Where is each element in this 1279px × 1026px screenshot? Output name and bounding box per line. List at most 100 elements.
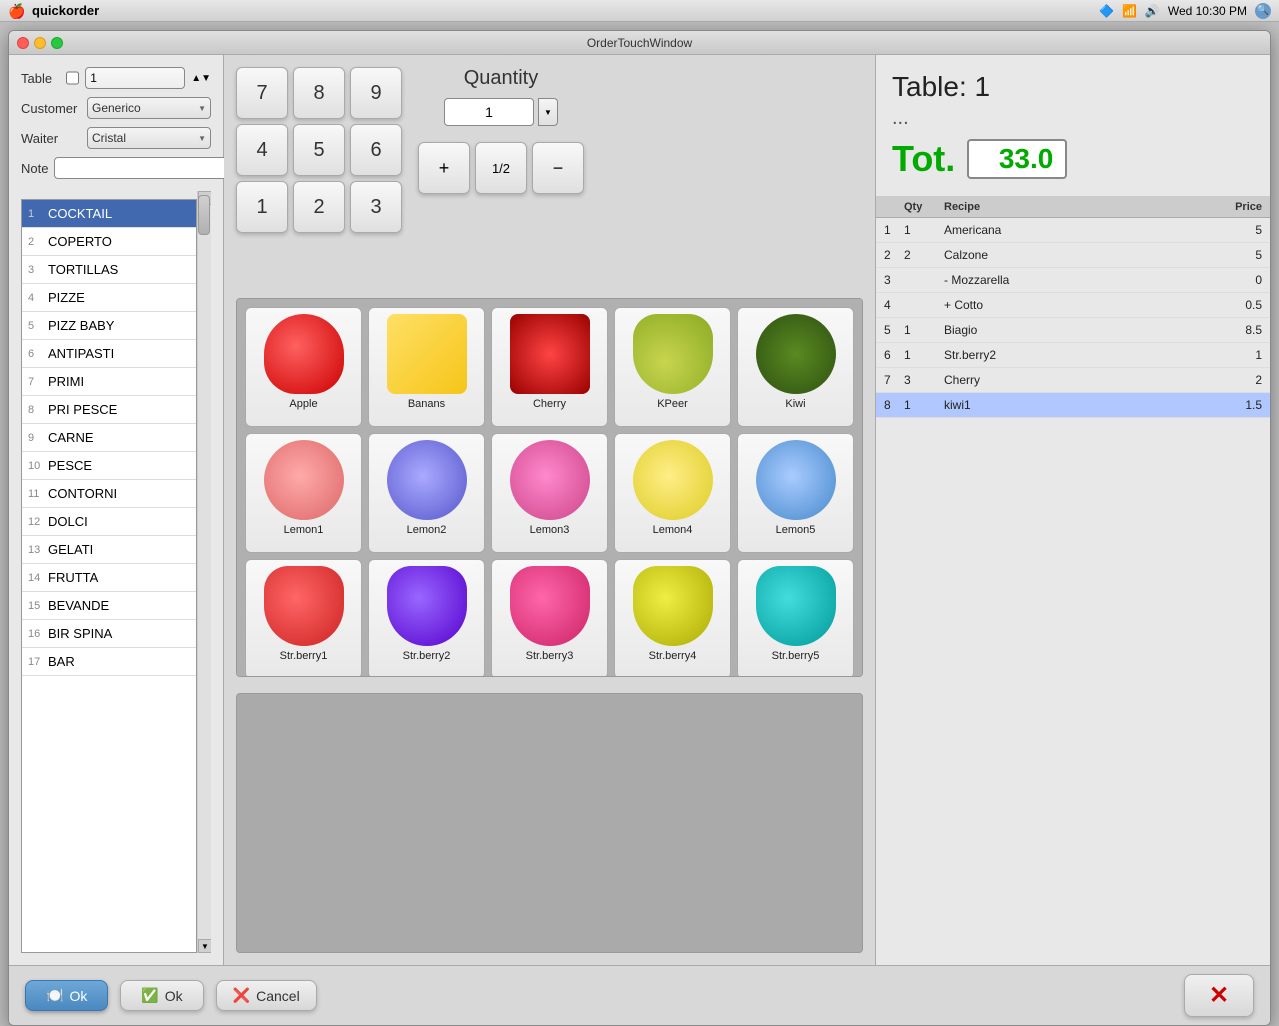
- numpad-btn-7[interactable]: 7: [236, 67, 288, 119]
- order-row[interactable]: 1 1 Americana 5: [876, 218, 1270, 243]
- category-label: CONTORNI: [48, 486, 117, 501]
- category-item-coperto[interactable]: 2COPERTO: [22, 228, 196, 256]
- scroll-thumb[interactable]: [198, 195, 210, 235]
- order-row[interactable]: 6 1 Str.berry2 1: [876, 343, 1270, 368]
- order-row[interactable]: 5 1 Biagio 8.5: [876, 318, 1270, 343]
- category-item-primi[interactable]: 7PRIMI: [22, 368, 196, 396]
- product-item-strberry4[interactable]: Str.berry4: [614, 559, 731, 677]
- half-button[interactable]: 1/2: [475, 142, 527, 194]
- apple-menu-icon[interactable]: 🍎: [8, 3, 24, 19]
- product-icon-banans: [387, 314, 467, 394]
- category-label: BAR: [48, 654, 75, 669]
- category-num: 3: [28, 264, 48, 276]
- minimize-button[interactable]: [34, 37, 46, 49]
- order-recipe: Cherry: [940, 371, 1206, 389]
- product-item-cherry[interactable]: Cherry: [491, 307, 608, 427]
- order-row[interactable]: 3 - Mozzarella 0: [876, 268, 1270, 293]
- product-item-lemon4[interactable]: Lemon4: [614, 433, 731, 553]
- waiter-dropdown[interactable]: Cristal ▼: [87, 127, 211, 149]
- product-item-apple[interactable]: Apple: [245, 307, 362, 427]
- category-item-bar[interactable]: 17BAR: [22, 648, 196, 676]
- product-item-strberry3[interactable]: Str.berry3: [491, 559, 608, 677]
- category-item-gelati[interactable]: 13GELATI: [22, 536, 196, 564]
- category-item-pesce[interactable]: 10PESCE: [22, 452, 196, 480]
- table-checkbox[interactable]: [66, 71, 79, 85]
- minus-button[interactable]: −: [532, 142, 584, 194]
- product-item-banans[interactable]: Banans: [368, 307, 485, 427]
- numpad-btn-6[interactable]: 6: [350, 124, 402, 176]
- numpad-btn-2[interactable]: 2: [293, 181, 345, 233]
- table-input[interactable]: [85, 67, 185, 89]
- col-qty: Qty: [900, 199, 940, 215]
- cancel-label: Cancel: [256, 988, 300, 1004]
- numpad-btn-3[interactable]: 3: [350, 181, 402, 233]
- order-row[interactable]: 4 + Cotto 0.5: [876, 293, 1270, 318]
- numpad-btn-1[interactable]: 1: [236, 181, 288, 233]
- customer-value: Generico: [92, 101, 141, 115]
- category-item-contorni[interactable]: 11CONTORNI: [22, 480, 196, 508]
- category-item-bevande[interactable]: 15BEVANDE: [22, 592, 196, 620]
- product-item-lemon1[interactable]: Lemon1: [245, 433, 362, 553]
- numpad-btn-4[interactable]: 4: [236, 124, 288, 176]
- category-item-pri-pesce[interactable]: 8PRI PESCE: [22, 396, 196, 424]
- category-item-pizz-baby[interactable]: 5PIZZ BABY: [22, 312, 196, 340]
- spotlight-icon[interactable]: 🔍: [1255, 3, 1271, 19]
- product-item-strberry1[interactable]: Str.berry1: [245, 559, 362, 677]
- plus-button[interactable]: +: [418, 142, 470, 194]
- category-item-bir-spina[interactable]: 16BIR SPINA: [22, 620, 196, 648]
- quantity-input[interactable]: [444, 98, 534, 126]
- product-item-kiwi[interactable]: Kiwi: [737, 307, 854, 427]
- category-item-dolci[interactable]: 12DOLCI: [22, 508, 196, 536]
- products-area: AppleBanansCherryKPeerKiwiLemon1Lemon2Le…: [236, 298, 863, 677]
- close-button[interactable]: [17, 37, 29, 49]
- product-item-lemon3[interactable]: Lemon3: [491, 433, 608, 553]
- cancel-button[interactable]: ❌ Cancel: [216, 980, 317, 1011]
- customer-dropdown-arrow: ▼: [198, 104, 206, 113]
- app-name[interactable]: quickorder: [32, 3, 99, 18]
- category-item-frutta[interactable]: 14FRUTTA: [22, 564, 196, 592]
- category-label: CARNE: [48, 430, 94, 445]
- ok2-label: Ok: [165, 988, 183, 1004]
- order-row[interactable]: 7 3 Cherry 2: [876, 368, 1270, 393]
- table-stepper[interactable]: ▲▼: [191, 73, 211, 84]
- category-item-carne[interactable]: 9CARNE: [22, 424, 196, 452]
- quantity-label: Quantity: [464, 67, 538, 90]
- waiter-row: Waiter Cristal ▼: [21, 127, 211, 149]
- product-item-strberry5[interactable]: Str.berry5: [737, 559, 854, 677]
- numpad-btn-9[interactable]: 9: [350, 67, 402, 119]
- category-item-tortillas[interactable]: 3TORTILLAS: [22, 256, 196, 284]
- numpad-btn-8[interactable]: 8: [293, 67, 345, 119]
- product-item-strberry2[interactable]: Str.berry2: [368, 559, 485, 677]
- menubar: 🍎 quickorder 🔷 📶 🔊 Wed 10:30 PM 🔍: [0, 0, 1279, 22]
- ok1-label: Ok: [69, 988, 87, 1004]
- product-icon-lemon3: [510, 440, 590, 520]
- category-item-antipasti[interactable]: 6ANTIPASTI: [22, 340, 196, 368]
- order-rownum: 3: [880, 271, 900, 289]
- numpad-btn-5[interactable]: 5: [293, 124, 345, 176]
- products-grid: AppleBanansCherryKPeerKiwiLemon1Lemon2Le…: [245, 307, 854, 677]
- note-input[interactable]: [54, 157, 241, 179]
- category-label: TORTILLAS: [48, 262, 118, 277]
- category-label: ANTIPASTI: [48, 346, 114, 361]
- product-item-lemon5[interactable]: Lemon5: [737, 433, 854, 553]
- product-icon-lemon1: [264, 440, 344, 520]
- maximize-button[interactable]: [51, 37, 63, 49]
- ok-button-2[interactable]: ✅ Ok: [120, 980, 203, 1011]
- delete-button[interactable]: ✕: [1184, 974, 1254, 1017]
- left-panel: Table ▲▼ Customer Generico ▼ Waiter Cris…: [9, 55, 224, 965]
- customer-dropdown[interactable]: Generico ▼: [87, 97, 211, 119]
- quantity-dropdown-btn[interactable]: ▼: [538, 98, 558, 126]
- category-num: 8: [28, 404, 48, 416]
- category-item-cocktail[interactable]: 1COCKTAIL: [22, 200, 196, 228]
- product-icon-cherry: [510, 314, 590, 394]
- product-item-lemon2[interactable]: Lemon2: [368, 433, 485, 553]
- order-row[interactable]: 2 2 Calzone 5: [876, 243, 1270, 268]
- scroll-down-arrow[interactable]: ▼: [198, 939, 211, 953]
- category-item-pizze[interactable]: 4PIZZE: [22, 284, 196, 312]
- ok-button-1[interactable]: 🍽️ Ok: [25, 980, 108, 1011]
- order-rownum: 5: [880, 321, 900, 339]
- order-row[interactable]: 8 1 kiwi1 1.5: [876, 393, 1270, 418]
- product-item-kpeer[interactable]: KPeer: [614, 307, 731, 427]
- category-scrollbar[interactable]: ▲ ▼: [197, 191, 211, 953]
- category-label: GELATI: [48, 542, 93, 557]
